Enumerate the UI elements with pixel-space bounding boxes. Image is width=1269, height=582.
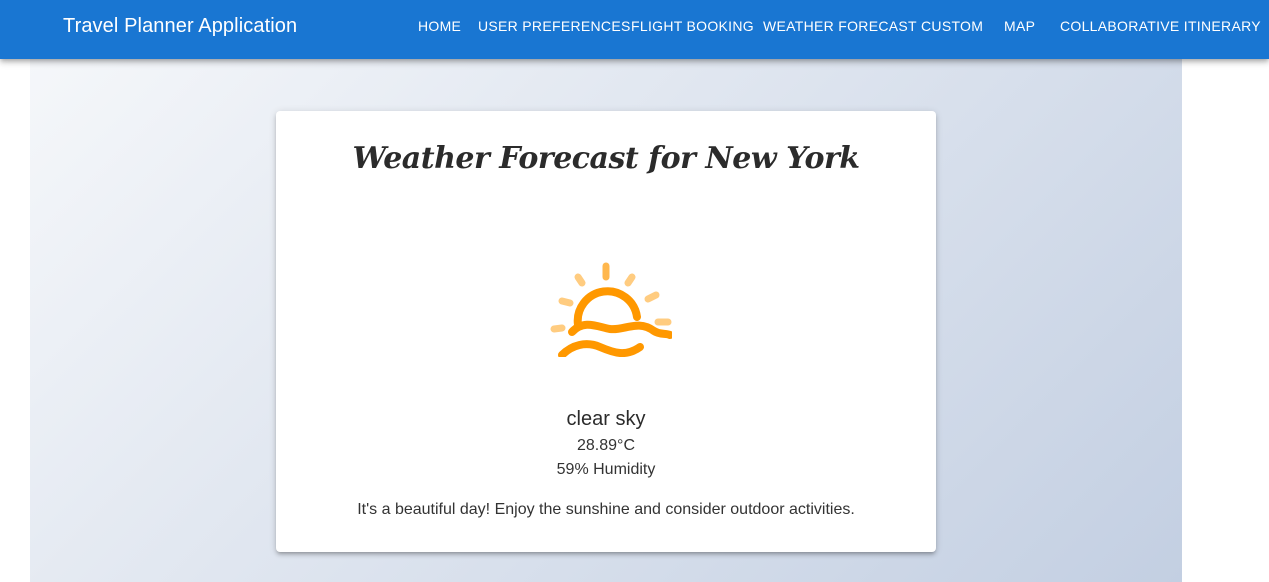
nav-collaborative-itinerary[interactable]: COLLABORATIVE ITINERARY	[1060, 18, 1261, 34]
sunrise-icon	[542, 247, 674, 359]
weather-description: clear sky	[566, 408, 646, 430]
nav-map[interactable]: MAP	[1004, 18, 1035, 34]
weather-advice: It's a beautiful day! Enjoy the sunshine…	[357, 501, 855, 518]
nav-flight-booking[interactable]: FLIGHT BOOKING	[631, 18, 754, 34]
nav-user-preferences[interactable]: USER PREFERENCES	[478, 18, 631, 34]
weather-title: Weather Forecast for New York	[352, 141, 860, 176]
main-content: Weather Forecast for New York clear sky …	[30, 59, 1182, 582]
temperature: 28.89°C	[577, 437, 635, 454]
nav-weather-forecast[interactable]: WEATHER FORECAST	[763, 18, 917, 34]
humidity: 59% Humidity	[556, 461, 656, 478]
nav-custom[interactable]: CUSTOM	[921, 18, 983, 34]
app-title: Travel Planner Application	[63, 15, 298, 37]
app-bar: Travel Planner Application HOME USER PRE…	[0, 0, 1269, 59]
weather-card: Weather Forecast for New York clear sky …	[276, 111, 936, 552]
nav-home[interactable]: HOME	[418, 18, 461, 34]
